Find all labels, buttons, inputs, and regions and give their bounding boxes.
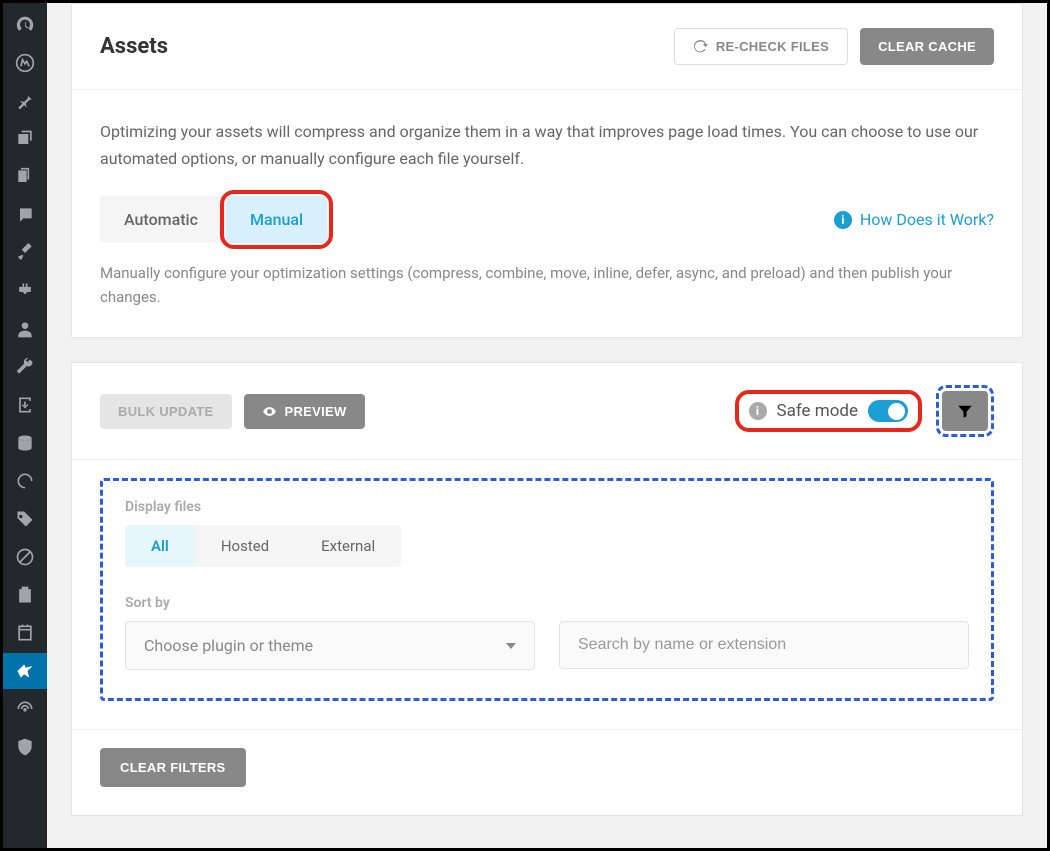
filter-toggle-button[interactable] — [942, 391, 988, 431]
sidebar-item-logo[interactable] — [3, 45, 47, 81]
funnel-icon — [956, 402, 974, 420]
help-link-label: How Does it Work? — [860, 210, 994, 229]
sidebar-item-import[interactable] — [3, 387, 47, 423]
pill-hosted[interactable]: Hosted — [195, 525, 295, 567]
assets-list-card: BULK UPDATE PREVIEW i Safe mode — [71, 362, 1023, 816]
sidebar-item-slash[interactable] — [3, 539, 47, 575]
highlight-filter-panel: Display files All Hosted External Sort b… — [100, 478, 994, 701]
clear-cache-button[interactable]: CLEAR CACHE — [860, 28, 994, 65]
toggle-knob — [888, 403, 905, 420]
clear-cache-label: CLEAR CACHE — [878, 39, 976, 54]
sort-by-label: Sort by — [125, 595, 535, 611]
page-title: Assets — [100, 34, 168, 59]
preview-label: PREVIEW — [285, 404, 347, 419]
sidebar-item-dashboard[interactable] — [3, 7, 47, 43]
sort-select-placeholder: Choose plugin or theme — [144, 636, 313, 655]
sidebar-item-media[interactable] — [3, 121, 47, 157]
sidebar-item-pages[interactable] — [3, 159, 47, 195]
manual-description: Manually configure your optimization set… — [100, 261, 994, 309]
bulk-update-button[interactable]: BULK UPDATE — [100, 394, 232, 429]
sidebar-item-brush[interactable] — [3, 235, 47, 271]
sidebar-item-pin[interactable] — [3, 83, 47, 119]
highlight-safe-mode: i Safe mode — [735, 390, 923, 432]
assets-card: Assets RE-CHECK FILES CLEAR CACHE Optimi… — [71, 3, 1023, 338]
sidebar-item-plugins[interactable] — [3, 273, 47, 309]
main-content: Assets RE-CHECK FILES CLEAR CACHE Optimi… — [47, 3, 1047, 848]
sidebar-item-broadcast[interactable] — [3, 691, 47, 727]
eye-icon — [262, 404, 277, 419]
mode-tabs: Automatic Manual — [100, 196, 331, 243]
chevron-down-icon — [506, 643, 516, 649]
refresh-icon — [693, 39, 708, 54]
safe-mode-label: Safe mode — [777, 401, 859, 421]
recheck-files-button[interactable]: RE-CHECK FILES — [674, 28, 848, 65]
display-files-label: Display files — [125, 499, 969, 515]
clear-filters-button[interactable]: CLEAR FILTERS — [100, 748, 246, 787]
sort-select[interactable]: Choose plugin or theme — [125, 621, 535, 670]
help-link[interactable]: i How Does it Work? — [834, 210, 994, 229]
admin-sidebar — [3, 3, 47, 848]
bulk-update-label: BULK UPDATE — [118, 404, 214, 419]
intro-text: Optimizing your assets will compress and… — [100, 118, 994, 172]
sidebar-item-tools[interactable] — [3, 349, 47, 385]
info-icon: i — [749, 402, 767, 420]
recheck-files-label: RE-CHECK FILES — [716, 39, 829, 54]
info-icon: i — [834, 211, 852, 229]
sidebar-item-calendar[interactable] — [3, 615, 47, 651]
highlight-manual-tab: Manual — [220, 190, 333, 249]
sidebar-item-shield[interactable] — [3, 729, 47, 765]
clear-filters-label: CLEAR FILTERS — [120, 760, 226, 775]
highlight-filter-button — [936, 385, 994, 437]
pill-all[interactable]: All — [125, 525, 195, 567]
display-files-tabs: All Hosted External — [125, 525, 969, 567]
safe-mode-toggle[interactable] — [868, 400, 908, 422]
sidebar-item-performance[interactable] — [3, 463, 47, 499]
tab-manual[interactable]: Manual — [226, 196, 327, 243]
sidebar-item-tags[interactable] — [3, 501, 47, 537]
tab-automatic[interactable]: Automatic — [100, 196, 222, 243]
sidebar-item-users[interactable] — [3, 311, 47, 347]
preview-button[interactable]: PREVIEW — [244, 394, 365, 429]
pill-external[interactable]: External — [295, 525, 401, 567]
sidebar-item-comments[interactable] — [3, 197, 47, 233]
sidebar-item-database[interactable] — [3, 425, 47, 461]
search-input[interactable] — [578, 636, 950, 654]
sidebar-item-hummingbird[interactable] — [3, 653, 47, 689]
search-box[interactable] — [559, 621, 969, 669]
sidebar-item-clipboard[interactable] — [3, 577, 47, 613]
